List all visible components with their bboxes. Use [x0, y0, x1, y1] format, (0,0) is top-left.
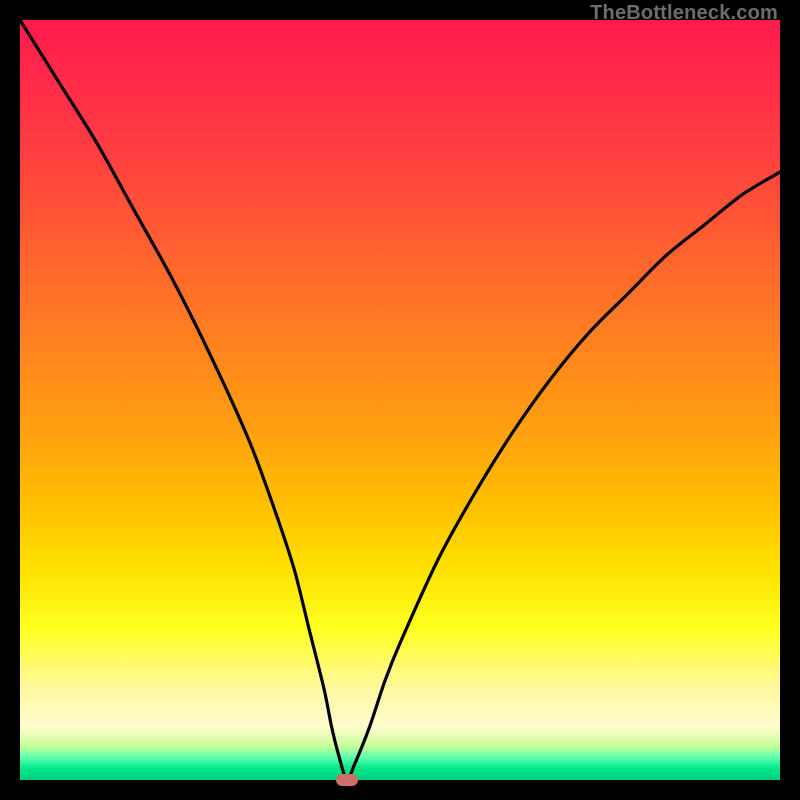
plot-area — [20, 20, 780, 780]
bottleneck-curve — [20, 20, 780, 780]
watermark-text: TheBottleneck.com — [590, 2, 778, 25]
chart-frame: TheBottleneck.com — [0, 0, 800, 800]
optimum-marker — [336, 774, 358, 786]
